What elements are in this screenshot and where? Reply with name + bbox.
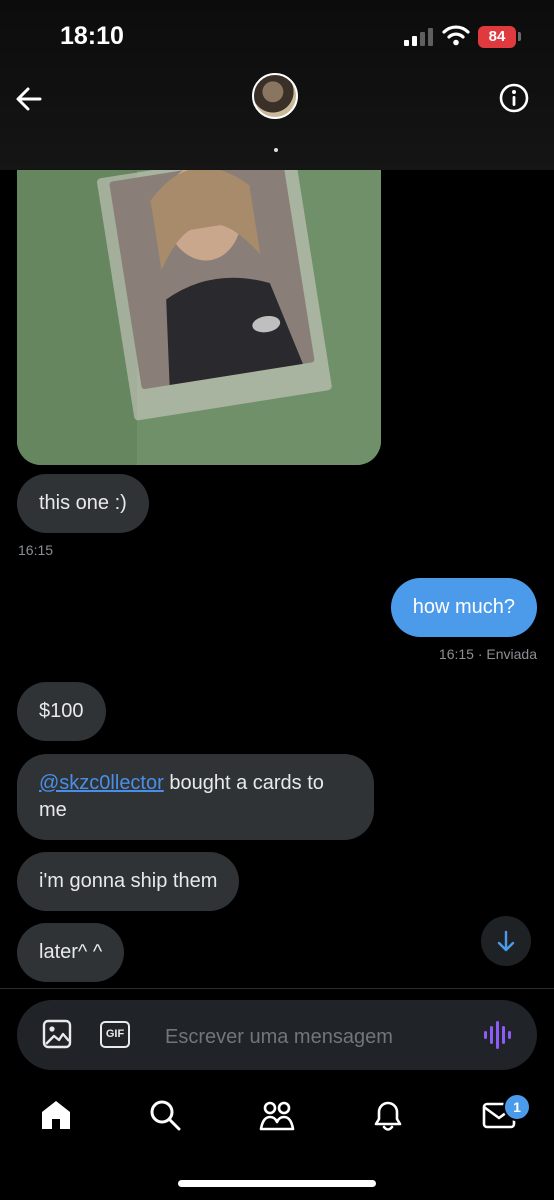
arrow-down-icon [497,930,515,952]
battery-indicator: 84 [478,26,516,48]
gif-button[interactable]: GIF [100,1021,130,1048]
search-icon[interactable] [147,1097,183,1133]
status-bar: 18:10 84 [0,0,554,70]
notifications-bell-icon[interactable] [370,1097,406,1133]
home-icon[interactable] [38,1097,74,1133]
battery-nub [518,32,521,41]
message-bubble-incoming[interactable]: later^ ^ [17,923,125,982]
photo-attachment[interactable] [17,170,381,465]
message-bubble-incoming[interactable]: $100 [17,682,106,741]
user-mention-link[interactable]: @skzc0llector [39,772,164,794]
info-icon[interactable] [498,82,530,114]
composer-divider [0,988,554,989]
message-bubble-outgoing[interactable]: how much? [390,578,537,637]
message-bubble-incoming[interactable]: this one :) [17,474,149,533]
photocard-image [17,170,381,465]
message-timestamp-sent: 16:15 · Enviada [438,646,537,662]
message-input[interactable] [163,1022,467,1052]
home-indicator [178,1180,376,1187]
message-timestamp: 16:15 [18,542,54,558]
voice-message-icon[interactable] [483,1020,513,1050]
message-bubble-incoming[interactable]: @skzc0llector bought a cards to me [17,754,374,840]
wifi-icon [442,25,470,46]
cellular-signal-icon [404,28,433,46]
scroll-to-bottom-button[interactable] [481,916,531,966]
status-time: 18:10 [60,22,124,50]
battery-level: 84 [488,28,506,45]
back-arrow-icon[interactable] [12,82,46,116]
communities-icon[interactable] [259,1097,295,1133]
page-indicator-dot [274,148,278,152]
messages-unread-badge: 1 [503,1093,531,1121]
image-icon[interactable] [42,1019,72,1049]
contact-avatar[interactable] [252,73,298,119]
message-bubble-incoming[interactable]: i'm gonna ship them [17,852,240,911]
